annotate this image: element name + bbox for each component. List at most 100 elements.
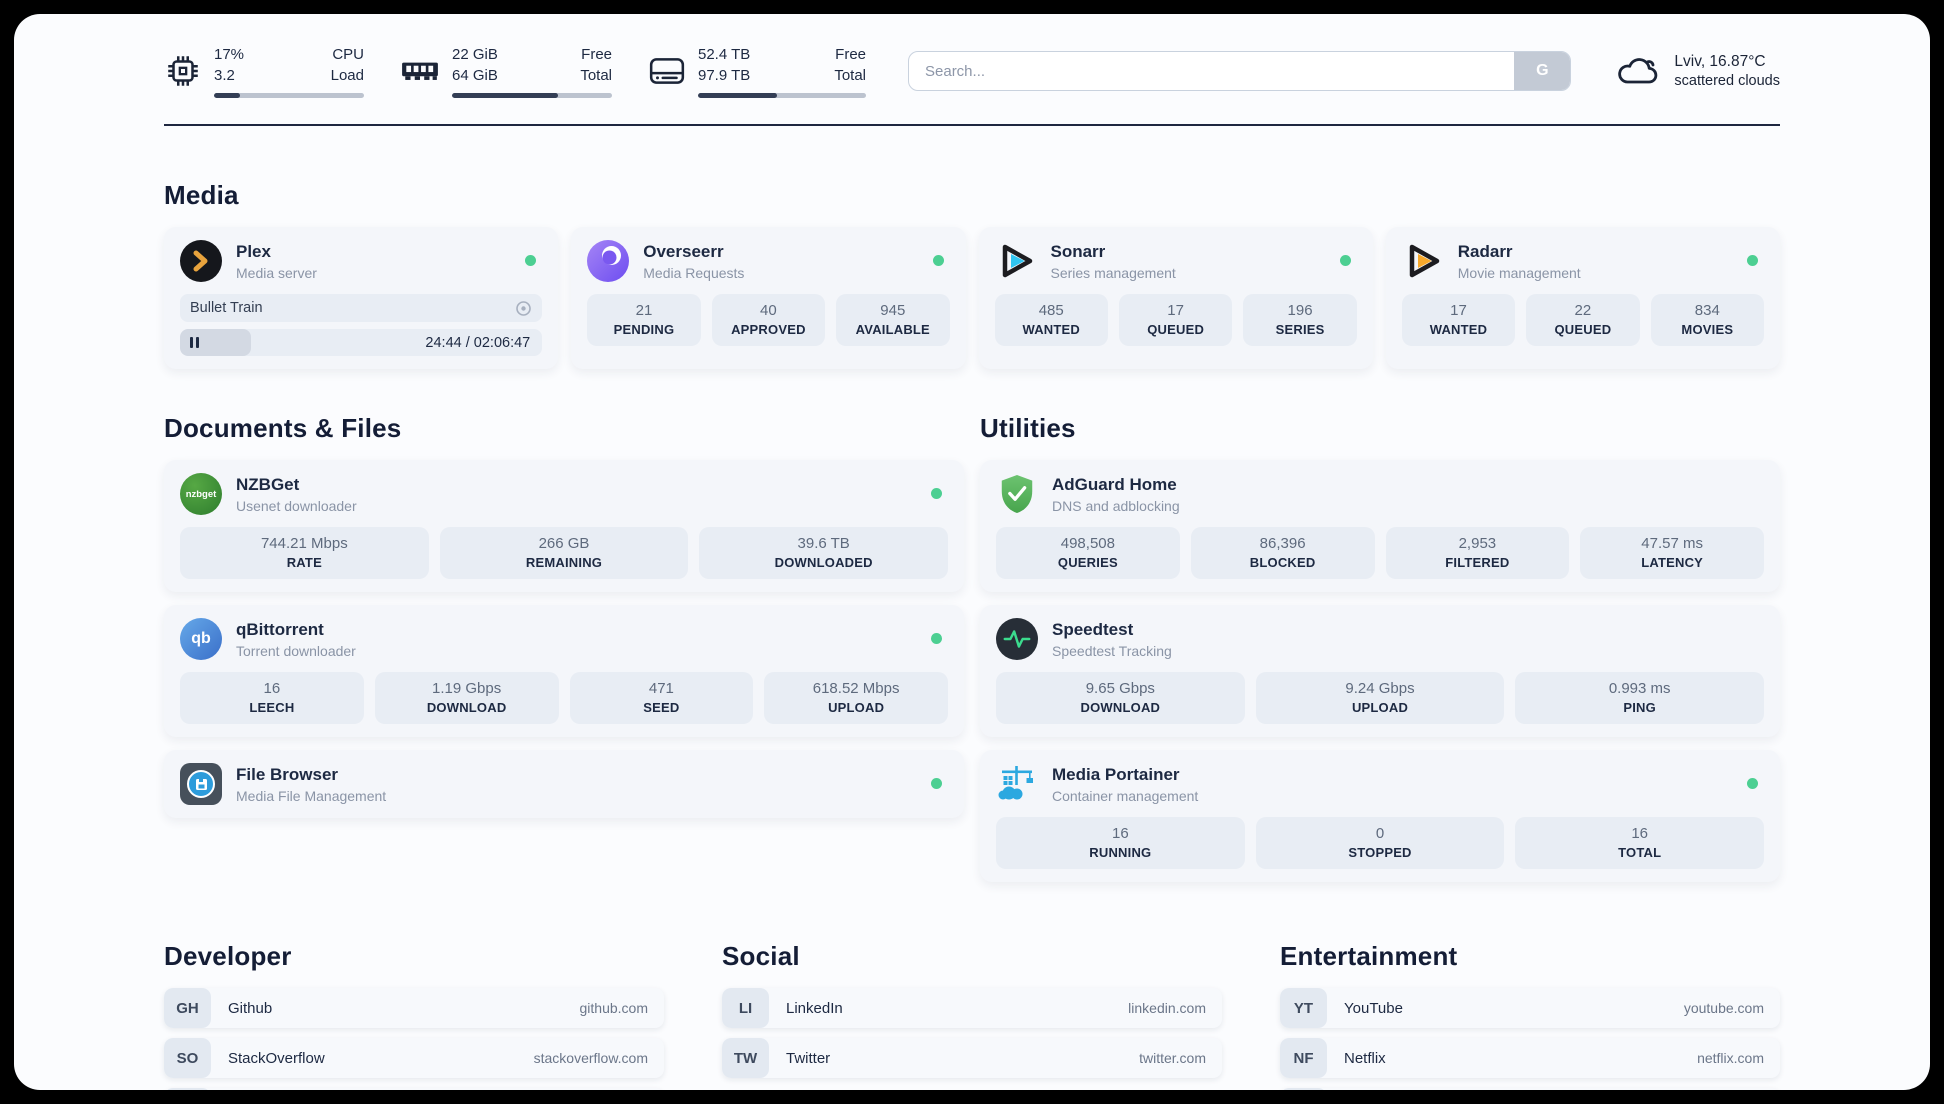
link-badge: RE: [1280, 1088, 1327, 1090]
cpu-label: CPU: [332, 46, 364, 63]
search-input[interactable]: [909, 52, 1515, 90]
app-card-radarr[interactable]: Radarr Movie management 17 WANTED 22 QUEUE…: [1385, 227, 1780, 369]
app-name: NZBGet: [236, 474, 300, 494]
stat-tile-seed: 471 SEED: [569, 672, 754, 724]
overseerr-icon: [587, 240, 630, 282]
link-url: twitter.com: [1139, 1050, 1206, 1066]
sonarr-icon: [995, 240, 1037, 282]
app-description: Series management: [1050, 264, 1176, 281]
stat-tile-upload: 618.52 Mbps UPLOAD: [764, 672, 948, 724]
section-media: Media Plex Media server Bullet Train 24:…: [164, 180, 1780, 369]
app-card-qbittorrent[interactable]: qb qBittorrent Torrent downloader 16 LEEC…: [164, 605, 964, 737]
now-playing-row: Bullet Train: [180, 294, 543, 322]
app-name: qBittorrent: [236, 619, 324, 639]
cpu-icon: [168, 56, 198, 86]
link-twitter[interactable]: TW Twitter twitter.com: [722, 1038, 1222, 1078]
memory-progress-bar: [452, 93, 612, 98]
link-name: Github: [228, 999, 273, 1017]
playback-time: 24:44 / 02:06:47: [425, 334, 531, 351]
disk-progress-bar: [698, 93, 866, 98]
app-card-nzbget[interactable]: nzbget NZBGet Usenet downloader 744.21 M…: [164, 460, 964, 592]
radarr-icon: [1402, 240, 1444, 282]
app-card-speedtest[interactable]: Speedtest Speedtest Tracking 9.65 Gbps DO…: [980, 605, 1780, 737]
app-name: Sonarr: [1050, 241, 1106, 261]
cloud-icon: [1618, 58, 1658, 84]
link-reddit[interactable]: RE Reddit reddit.com: [1280, 1088, 1780, 1090]
header-divider: [164, 124, 1780, 126]
playback-progress-bar[interactable]: 24:44 / 02:06:47: [180, 329, 543, 356]
status-online-dot: [525, 255, 537, 266]
section-utilities: Utilities AdGuard Home DNS and adblockin…: [980, 413, 1780, 895]
link-url: linkedin.com: [1128, 1000, 1206, 1016]
section-entertainment: Entertainment YT YouTube youtube.com NF …: [1280, 941, 1780, 1090]
ram-icon: [402, 62, 438, 80]
link-badge: TW: [722, 1038, 769, 1078]
status-online-dot: [931, 633, 942, 644]
memory-total-label: Total: [580, 67, 612, 84]
link-name: Twitter: [786, 1049, 831, 1067]
stat-tile-queued: 22 QUEUED: [1526, 294, 1640, 346]
link-netflix[interactable]: NF Netflix netflix.com: [1280, 1038, 1780, 1078]
disk-free-value: 52.4 TB: [698, 46, 751, 63]
app-card-portainer[interactable]: Media Portainer Container management 16 R…: [980, 750, 1780, 882]
stat-tile-wanted: 485 WANTED: [994, 294, 1108, 346]
link-badge: GH: [164, 988, 211, 1028]
link-linkedin[interactable]: LI LinkedIn linkedin.com: [722, 988, 1222, 1028]
app-name: AdGuard Home: [1052, 474, 1177, 494]
status-online-dot: [932, 255, 944, 266]
stat-tile-queries: 498,508 QUERIES: [996, 527, 1180, 579]
cpu-progress-bar: [214, 93, 364, 98]
link-dev[interactable]: DT DEV dev.to: [164, 1088, 664, 1090]
speedtest-icon: [996, 618, 1038, 660]
app-name: File Browser: [236, 764, 339, 784]
stat-tile-running: 16 RUNNING: [996, 817, 1245, 869]
disk-total-label: Total: [834, 67, 866, 84]
link-badge: LI: [722, 988, 769, 1028]
app-card-plex[interactable]: Plex Media server Bullet Train 24:44 / 0: [164, 227, 559, 369]
link-name: LinkedIn: [786, 999, 843, 1017]
app-description: Media server: [236, 264, 317, 281]
memory-stat: 22 GiB 64 GiB Free Total: [400, 44, 612, 98]
memory-total-value: 64 GiB: [452, 67, 498, 84]
section-developer: Developer GH Github github.com SO StackO…: [164, 941, 664, 1090]
stat-tile-leech: 16 LEECH: [180, 672, 364, 724]
link-name: YouTube: [1344, 999, 1403, 1017]
app-description: Usenet downloader: [236, 497, 357, 514]
app-name: Overseerr: [643, 241, 724, 261]
weather-condition: scattered clouds: [1674, 73, 1780, 89]
filebrowser-icon: [180, 763, 222, 805]
weather-widget: Lviv, 16.87°C scattered clouds: [1615, 53, 1780, 89]
disk-free-label: Free: [835, 46, 866, 63]
app-card-adguard[interactable]: AdGuard Home DNS and adblocking 498,508 Q…: [980, 460, 1780, 592]
app-card-filebrowser[interactable]: File Browser Media File Management: [164, 750, 964, 818]
link-stackoverflow[interactable]: SO StackOverflow stackoverflow.com: [164, 1038, 664, 1078]
status-online-dot: [1339, 255, 1351, 266]
search-engine-button[interactable]: G: [1514, 52, 1571, 90]
disk-icon: [649, 58, 685, 84]
stat-tile-remaining: 266 GB REMAINING: [439, 527, 689, 579]
plex-icon: [180, 240, 222, 282]
stat-tile-total: 16 TOTAL: [1515, 817, 1765, 869]
app-name: Plex: [236, 241, 271, 261]
link-github[interactable]: GH Github github.com: [164, 988, 664, 1028]
app-description: Torrent downloader: [236, 642, 356, 659]
link-badge: YT: [1280, 988, 1327, 1028]
stat-tile-queued: 17 QUEUED: [1118, 294, 1233, 346]
app-card-overseerr[interactable]: Overseerr Media Requests 21 PENDING 40 APP…: [571, 227, 966, 369]
app-description: DNS and adblocking: [1052, 497, 1180, 514]
stat-tile-downloaded: 39.6 TB DOWNLOADED: [699, 527, 949, 579]
link-youtube[interactable]: YT YouTube youtube.com: [1280, 988, 1780, 1028]
stat-tile-blocked: 86,396 BLOCKED: [1190, 527, 1375, 579]
stat-tile-series: 196 SERIES: [1243, 294, 1357, 346]
link-badge: SO: [164, 1038, 211, 1078]
search-bar: G: [908, 51, 1572, 91]
section-title-media: Media: [164, 180, 239, 210]
media-type-icon: [516, 300, 532, 316]
app-card-sonarr[interactable]: Sonarr Series management 485 WANTED 17 QUE…: [978, 227, 1373, 369]
link-name: StackOverflow: [228, 1049, 325, 1067]
playback-progress-fill: [180, 329, 251, 356]
now-playing-title: Bullet Train: [190, 300, 263, 316]
section-title-developer: Developer: [164, 941, 292, 971]
top-bar: 17% 3.2 CPU Load 22 GiB 64 GiB Free Tota…: [14, 14, 1930, 98]
pause-icon: [190, 337, 193, 348]
